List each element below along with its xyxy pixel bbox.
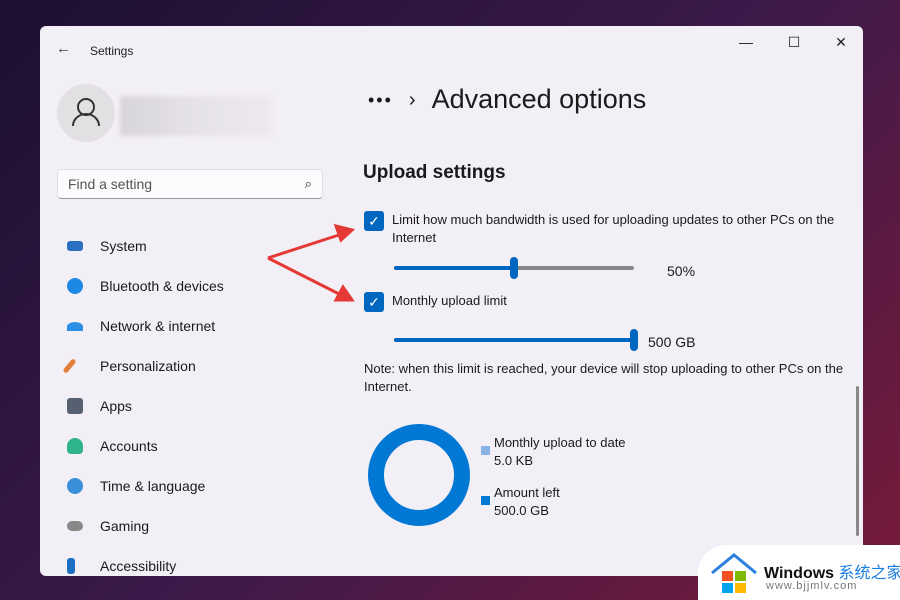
watermark: Windows 系统之家 www.bjjmlv.com xyxy=(698,545,900,600)
windows-house-logo xyxy=(711,553,757,593)
annotation-arrows xyxy=(267,223,356,302)
watermark-url: www.bjjmlv.com xyxy=(766,580,858,592)
